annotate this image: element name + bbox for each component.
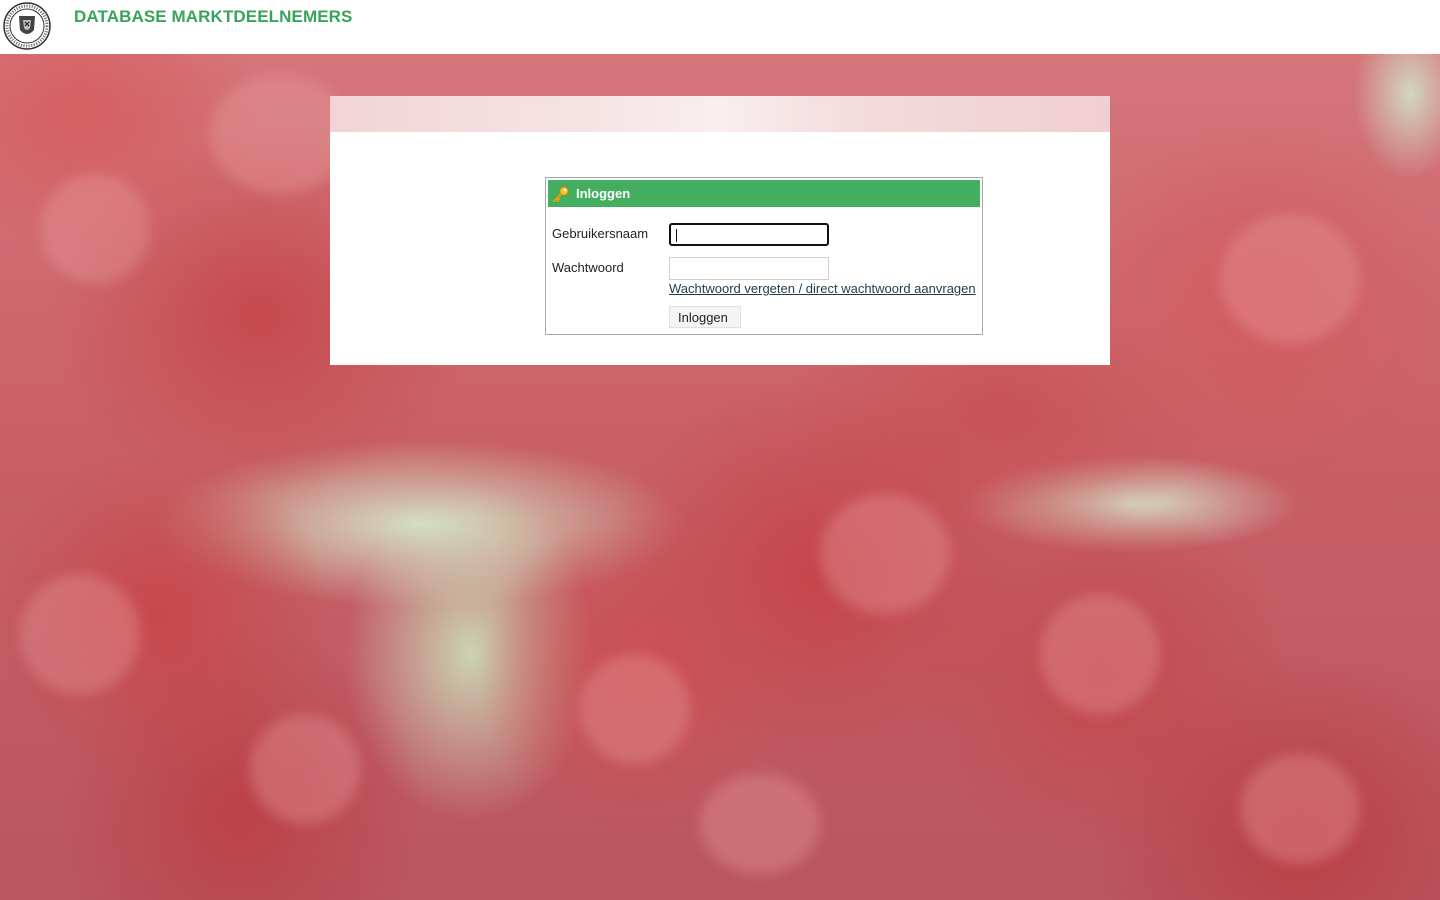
password-input[interactable]	[669, 257, 829, 280]
panel-banner	[330, 96, 1110, 132]
content-panel: Inloggen Gebruikersnaam Wachtwoord Wacht…	[330, 96, 1110, 365]
seal-logo	[3, 2, 51, 50]
login-button[interactable]: Inloggen	[669, 306, 741, 328]
login-box: Inloggen Gebruikersnaam Wachtwoord Wacht…	[545, 177, 983, 335]
username-input[interactable]	[669, 223, 829, 246]
username-label: Gebruikersnaam	[552, 226, 649, 241]
key-icon	[552, 185, 570, 203]
top-bar: DATABASE MARKTDEELNEMERS	[0, 0, 1440, 54]
login-header: Inloggen	[548, 180, 980, 207]
text-caret	[676, 229, 677, 242]
login-title: Inloggen	[576, 186, 631, 201]
password-label: Wachtwoord	[552, 260, 624, 275]
app-title: DATABASE MARKTDEELNEMERS	[74, 7, 353, 26]
forgot-password-link[interactable]: Wachtwoord vergeten / direct wachtwoord …	[669, 281, 976, 296]
